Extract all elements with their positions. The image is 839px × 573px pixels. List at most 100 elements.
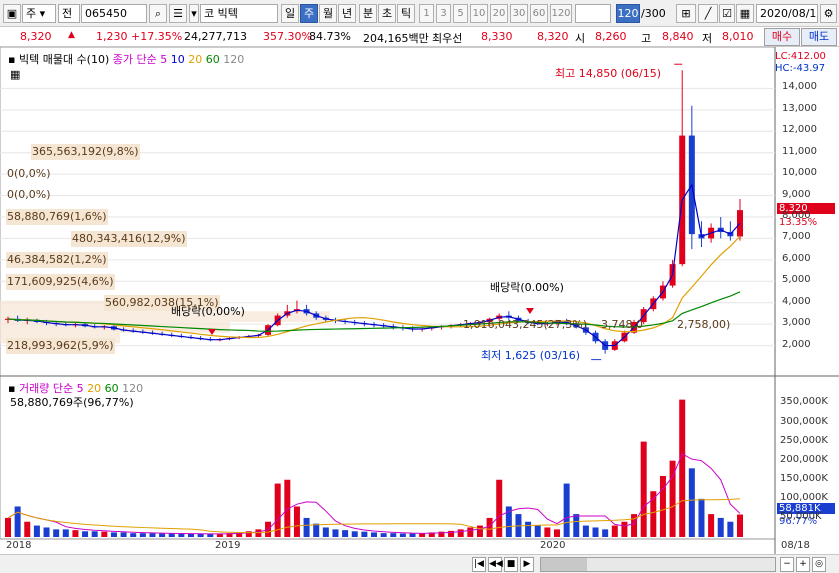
volume-bar <box>525 521 532 537</box>
volume-bar <box>332 529 339 537</box>
mode-value: 주 <box>26 7 37 20</box>
volume-bar <box>159 533 166 537</box>
volume-bar <box>371 532 377 537</box>
tab-daily[interactable]: 일 <box>281 4 299 23</box>
up-arrow-icon: ▲ <box>68 30 75 40</box>
volume-bar <box>737 514 743 537</box>
stock-name-field[interactable]: 코 빅텍 <box>200 4 278 23</box>
tab-minute[interactable]: 분 <box>359 4 377 23</box>
num-3[interactable]: 3 <box>436 4 451 23</box>
num-120[interactable]: 120 <box>550 4 572 23</box>
volume-bar <box>361 531 368 537</box>
volume-bar <box>62 529 69 537</box>
scrollbar-thumb[interactable] <box>541 558 587 571</box>
volume-bar <box>130 533 137 537</box>
blank-field[interactable] <box>575 4 611 23</box>
num-10[interactable]: 10 <box>470 4 488 23</box>
count-input[interactable]: 120 <box>616 4 640 23</box>
vp-label: 0(0,0%) <box>7 167 51 180</box>
vp-label: 365,563,192(9,8%) <box>31 144 140 160</box>
turnover: 84.73% <box>309 30 351 43</box>
y-tick-label: 6,000 <box>782 252 811 264</box>
volume-bar <box>698 498 705 537</box>
price-legend: ▪ 빅텍 매물대 수(10) 종가 단순 5 10 20 60 120 <box>8 51 244 67</box>
volume-bar <box>650 491 657 537</box>
scrollbar[interactable] <box>540 557 776 572</box>
amount: 204,165백만 <box>363 32 429 45</box>
change-pct: +17.35% <box>131 30 183 43</box>
num-30[interactable]: 30 <box>510 4 528 23</box>
volume-tick-label: 250,000K <box>780 434 828 446</box>
x-label: 2020 <box>540 540 566 551</box>
grid-icon-small[interactable]: ▦ <box>10 68 20 81</box>
first-icon[interactable]: |◀ <box>472 557 486 572</box>
tab-weekly[interactable]: 주 <box>300 4 318 23</box>
window-icon[interactable]: ▣ <box>3 4 21 23</box>
volume-ratio: 357.30% <box>263 30 312 43</box>
buy-button[interactable]: 매수 <box>764 28 800 46</box>
zoom-in-icon[interactable]: + <box>796 557 810 572</box>
ma-title: 종가 단순 <box>112 53 157 66</box>
volume-bar <box>708 514 715 537</box>
vp-label: 0(0,0%) <box>7 188 51 201</box>
dropdown-icon[interactable]: ▾ <box>189 4 199 23</box>
quote-bar: 8,320 ▲ 1,230 +17.35% 24,277,713 357.30%… <box>0 27 839 47</box>
volume-bar <box>255 529 262 537</box>
x-label-right: 08/18 <box>781 540 810 551</box>
draw-tool-icon[interactable]: ╱ <box>698 4 718 23</box>
volume: 24,277,713 <box>184 30 247 43</box>
volume-bar <box>342 530 349 537</box>
y-tick-label: 11,000 <box>782 145 817 157</box>
volume-bar <box>554 529 560 537</box>
high-label: 고 <box>641 32 652 45</box>
volume-tick-label: 100,000K <box>780 491 828 503</box>
volume-bar <box>322 527 329 537</box>
volume-bar <box>110 532 117 537</box>
volume-bar <box>33 525 40 537</box>
code-input[interactable]: 065450 <box>81 4 147 23</box>
best-bid: 8,320 <box>537 30 569 43</box>
prev-icon[interactable]: ◀◀ <box>488 557 503 572</box>
num-5[interactable]: 5 <box>453 4 468 23</box>
volume-bar <box>611 525 618 537</box>
stop-icon[interactable]: ■ <box>504 557 518 572</box>
search-icon[interactable]: ⌕ <box>149 4 167 23</box>
grid-icon[interactable]: ▦ <box>736 4 754 23</box>
volume-bar <box>563 483 570 537</box>
tab-tick[interactable]: 틱 <box>397 4 415 23</box>
market-select[interactable]: 전 <box>58 4 80 23</box>
num-60[interactable]: 60 <box>530 4 548 23</box>
num-1[interactable]: 1 <box>419 4 434 23</box>
low-annotation: 최저 1,625 (03/16) <box>481 349 581 362</box>
volume-current: 58,880,769주(96,77%) <box>10 396 134 409</box>
ma5-label: 5 <box>160 53 168 66</box>
y-tick-label: 4,000 <box>782 295 811 307</box>
tab-second[interactable]: 초 <box>378 4 396 23</box>
volume-bar <box>207 533 214 537</box>
volume-bar <box>149 533 156 537</box>
volume-bar <box>399 533 406 537</box>
type-label: 코 <box>204 7 215 20</box>
best-ask: 8,330 <box>481 30 513 43</box>
next-icon[interactable]: ▶ <box>520 557 534 572</box>
y-tick-label: 12,000 <box>782 124 817 136</box>
count-total: /300 <box>641 7 666 20</box>
high-value: 8,840 <box>662 30 694 43</box>
zoom-out-icon[interactable]: − <box>780 557 794 572</box>
num-20[interactable]: 20 <box>490 4 508 23</box>
volume-bar <box>91 531 98 537</box>
date-input[interactable]: 2020/08/18 <box>756 4 818 23</box>
volume-bar <box>178 533 185 537</box>
chart-tool-icon[interactable]: ⊞ <box>676 4 696 23</box>
sell-button[interactable]: 매도 <box>801 28 837 46</box>
stock-name: 빅텍 <box>217 7 238 20</box>
tab-monthly[interactable]: 월 <box>319 4 337 23</box>
mode-select[interactable]: 주 ▾ <box>22 4 56 23</box>
volume-bar <box>139 533 146 537</box>
gear-icon[interactable]: ⚙ <box>820 4 837 23</box>
volume-bar <box>457 529 464 537</box>
settings-icon[interactable]: ◎ <box>812 557 826 572</box>
checkbox-icon[interactable]: ☑ <box>719 4 735 23</box>
tab-yearly[interactable]: 년 <box>338 4 356 23</box>
list-icon[interactable]: ☰ <box>169 4 187 23</box>
